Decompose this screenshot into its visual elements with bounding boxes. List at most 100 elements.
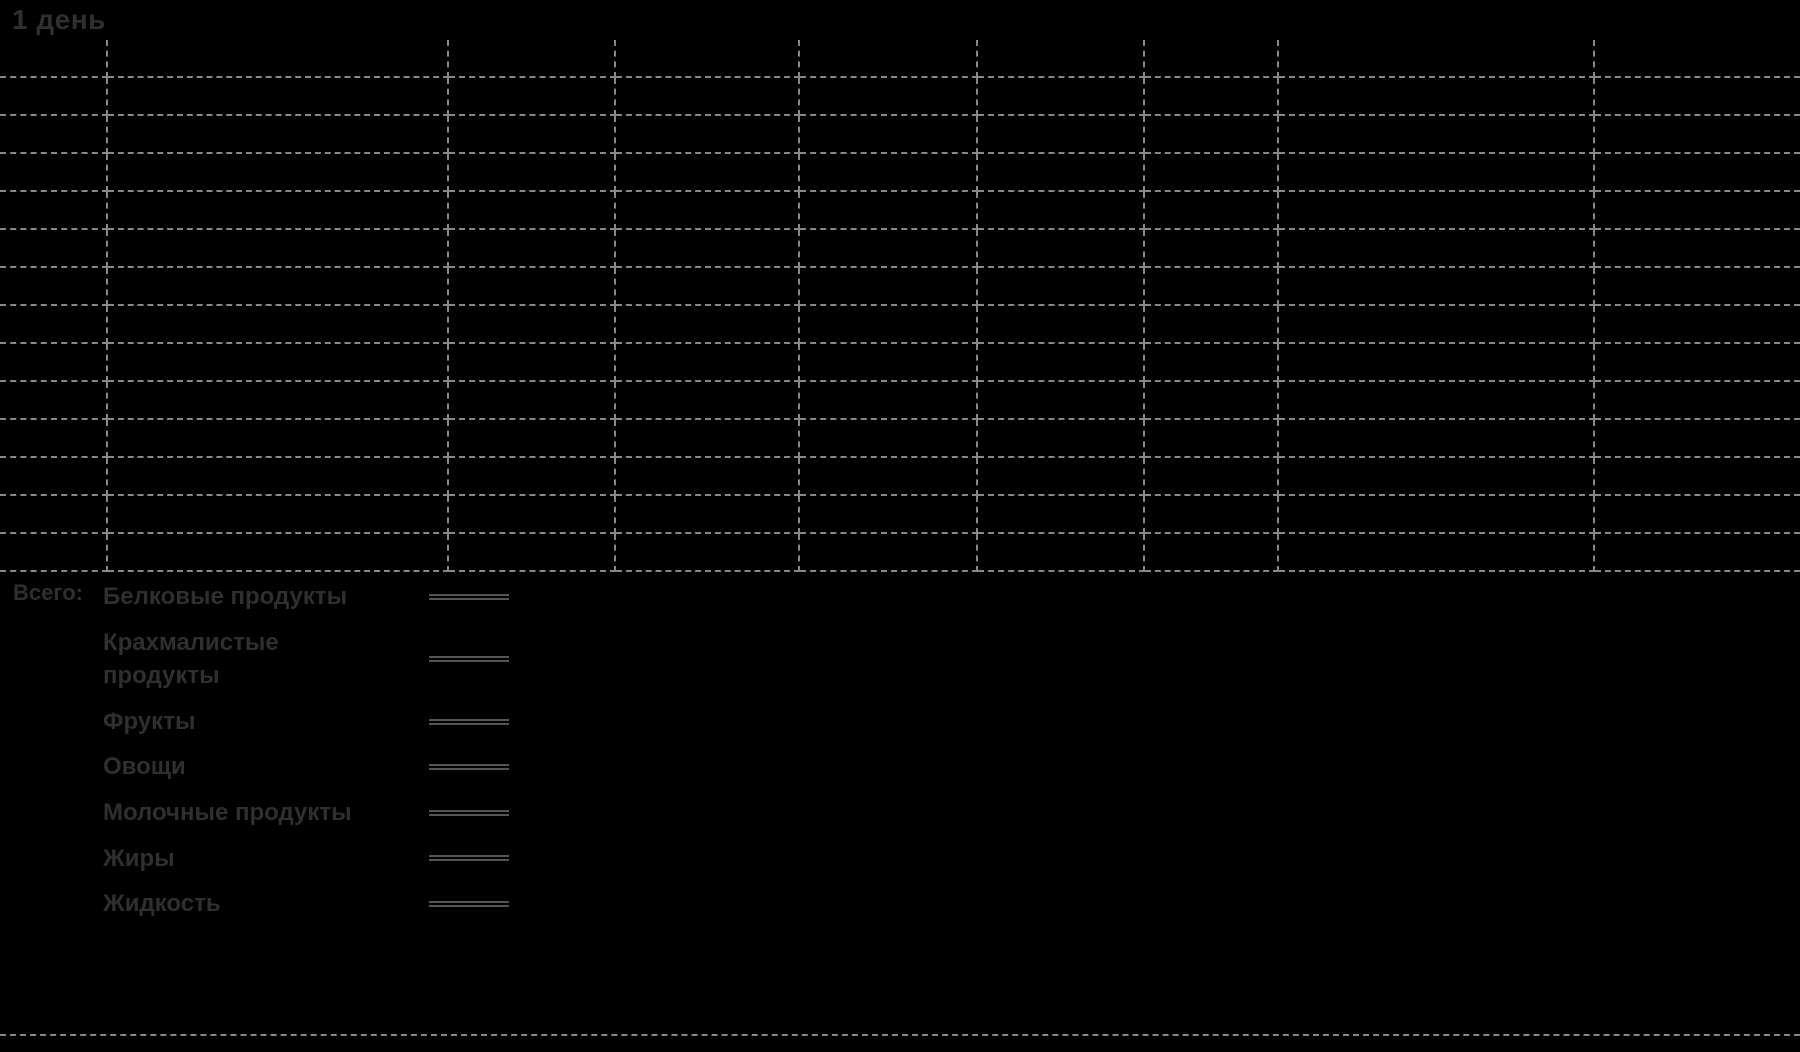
grid-cell[interactable] [800, 40, 978, 78]
grid-cell[interactable] [1145, 344, 1279, 382]
grid-cell[interactable] [1145, 458, 1279, 496]
grid-cell[interactable] [800, 154, 978, 192]
grid-cell[interactable] [1279, 458, 1595, 496]
grid-cell[interactable] [978, 78, 1145, 116]
grid-cell[interactable] [1145, 496, 1279, 534]
grid-cell[interactable] [978, 420, 1145, 458]
grid-cell[interactable] [616, 420, 800, 458]
grid-cell[interactable] [1279, 230, 1595, 268]
grid-cell[interactable] [1279, 382, 1595, 420]
grid-cell[interactable] [1279, 344, 1595, 382]
grid-cell[interactable] [978, 154, 1145, 192]
grid-cell[interactable] [616, 344, 800, 382]
grid-cell[interactable] [1145, 192, 1279, 230]
grid-cell[interactable] [1279, 534, 1595, 572]
grid-cell[interactable] [1145, 40, 1279, 78]
grid-cell[interactable] [0, 40, 108, 78]
grid-cell[interactable] [978, 230, 1145, 268]
grid-cell[interactable] [800, 496, 978, 534]
grid-cell[interactable] [449, 306, 616, 344]
grid-cell[interactable] [616, 154, 800, 192]
grid-cell[interactable] [0, 420, 108, 458]
total-value-blank[interactable] [395, 701, 542, 743]
grid-cell[interactable] [978, 192, 1145, 230]
grid-cell[interactable] [449, 268, 616, 306]
grid-cell[interactable] [1145, 268, 1279, 306]
grid-cell[interactable] [1595, 306, 1800, 344]
grid-cell[interactable] [1595, 534, 1800, 572]
grid-cell[interactable] [978, 116, 1145, 154]
grid-cell[interactable] [800, 192, 978, 230]
grid-cell[interactable] [108, 306, 449, 344]
grid-cell[interactable] [1279, 496, 1595, 534]
grid-cell[interactable] [1595, 420, 1800, 458]
grid-cell[interactable] [1279, 116, 1595, 154]
grid-cell[interactable] [449, 496, 616, 534]
grid-cell[interactable] [616, 534, 800, 572]
grid-cell[interactable] [108, 116, 449, 154]
grid-cell[interactable] [0, 192, 108, 230]
grid-cell[interactable] [108, 154, 449, 192]
grid-cell[interactable] [978, 40, 1145, 78]
grid-cell[interactable] [449, 344, 616, 382]
grid-cell[interactable] [1595, 40, 1800, 78]
grid-cell[interactable] [1595, 458, 1800, 496]
grid-cell[interactable] [978, 534, 1145, 572]
total-value-blank[interactable] [395, 622, 542, 697]
grid-cell[interactable] [800, 268, 978, 306]
grid-cell[interactable] [1595, 230, 1800, 268]
grid-cell[interactable] [616, 458, 800, 496]
grid-cell[interactable] [800, 78, 978, 116]
grid-cell[interactable] [1595, 382, 1800, 420]
grid-cell[interactable] [108, 78, 449, 116]
grid-cell[interactable] [1279, 192, 1595, 230]
grid-cell[interactable] [1279, 78, 1595, 116]
grid-cell[interactable] [1279, 306, 1595, 344]
grid-cell[interactable] [616, 78, 800, 116]
grid-cell[interactable] [0, 116, 108, 154]
grid-cell[interactable] [0, 154, 108, 192]
grid-cell[interactable] [978, 496, 1145, 534]
grid-cell[interactable] [616, 116, 800, 154]
total-value-blank[interactable] [395, 792, 542, 834]
grid-cell[interactable] [800, 306, 978, 344]
grid-cell[interactable] [978, 268, 1145, 306]
grid-cell[interactable] [0, 534, 108, 572]
grid-cell[interactable] [0, 230, 108, 268]
grid-cell[interactable] [800, 344, 978, 382]
grid-cell[interactable] [1595, 154, 1800, 192]
total-value-blank[interactable] [395, 746, 542, 788]
grid-cell[interactable] [616, 268, 800, 306]
grid-cell[interactable] [449, 458, 616, 496]
grid-cell[interactable] [800, 534, 978, 572]
grid-cell[interactable] [108, 344, 449, 382]
grid-cell[interactable] [449, 534, 616, 572]
grid-cell[interactable] [978, 344, 1145, 382]
grid-cell[interactable] [1595, 78, 1800, 116]
grid-cell[interactable] [1145, 116, 1279, 154]
grid-cell[interactable] [1595, 116, 1800, 154]
grid-cell[interactable] [1145, 78, 1279, 116]
grid-cell[interactable] [1279, 268, 1595, 306]
grid-cell[interactable] [1145, 382, 1279, 420]
grid-cell[interactable] [616, 40, 800, 78]
grid-cell[interactable] [0, 344, 108, 382]
grid-cell[interactable] [449, 154, 616, 192]
grid-cell[interactable] [449, 420, 616, 458]
grid-cell[interactable] [1279, 40, 1595, 78]
grid-cell[interactable] [616, 306, 800, 344]
grid-cell[interactable] [1145, 154, 1279, 192]
grid-cell[interactable] [0, 268, 108, 306]
grid-cell[interactable] [0, 78, 108, 116]
grid-cell[interactable] [1595, 268, 1800, 306]
grid-cell[interactable] [1279, 420, 1595, 458]
grid-cell[interactable] [449, 116, 616, 154]
grid-cell[interactable] [449, 40, 616, 78]
grid-cell[interactable] [978, 458, 1145, 496]
total-value-blank[interactable] [395, 576, 542, 618]
grid-cell[interactable] [1595, 192, 1800, 230]
grid-cell[interactable] [800, 230, 978, 268]
total-value-blank[interactable] [395, 838, 542, 880]
grid-cell[interactable] [0, 306, 108, 344]
grid-cell[interactable] [0, 382, 108, 420]
